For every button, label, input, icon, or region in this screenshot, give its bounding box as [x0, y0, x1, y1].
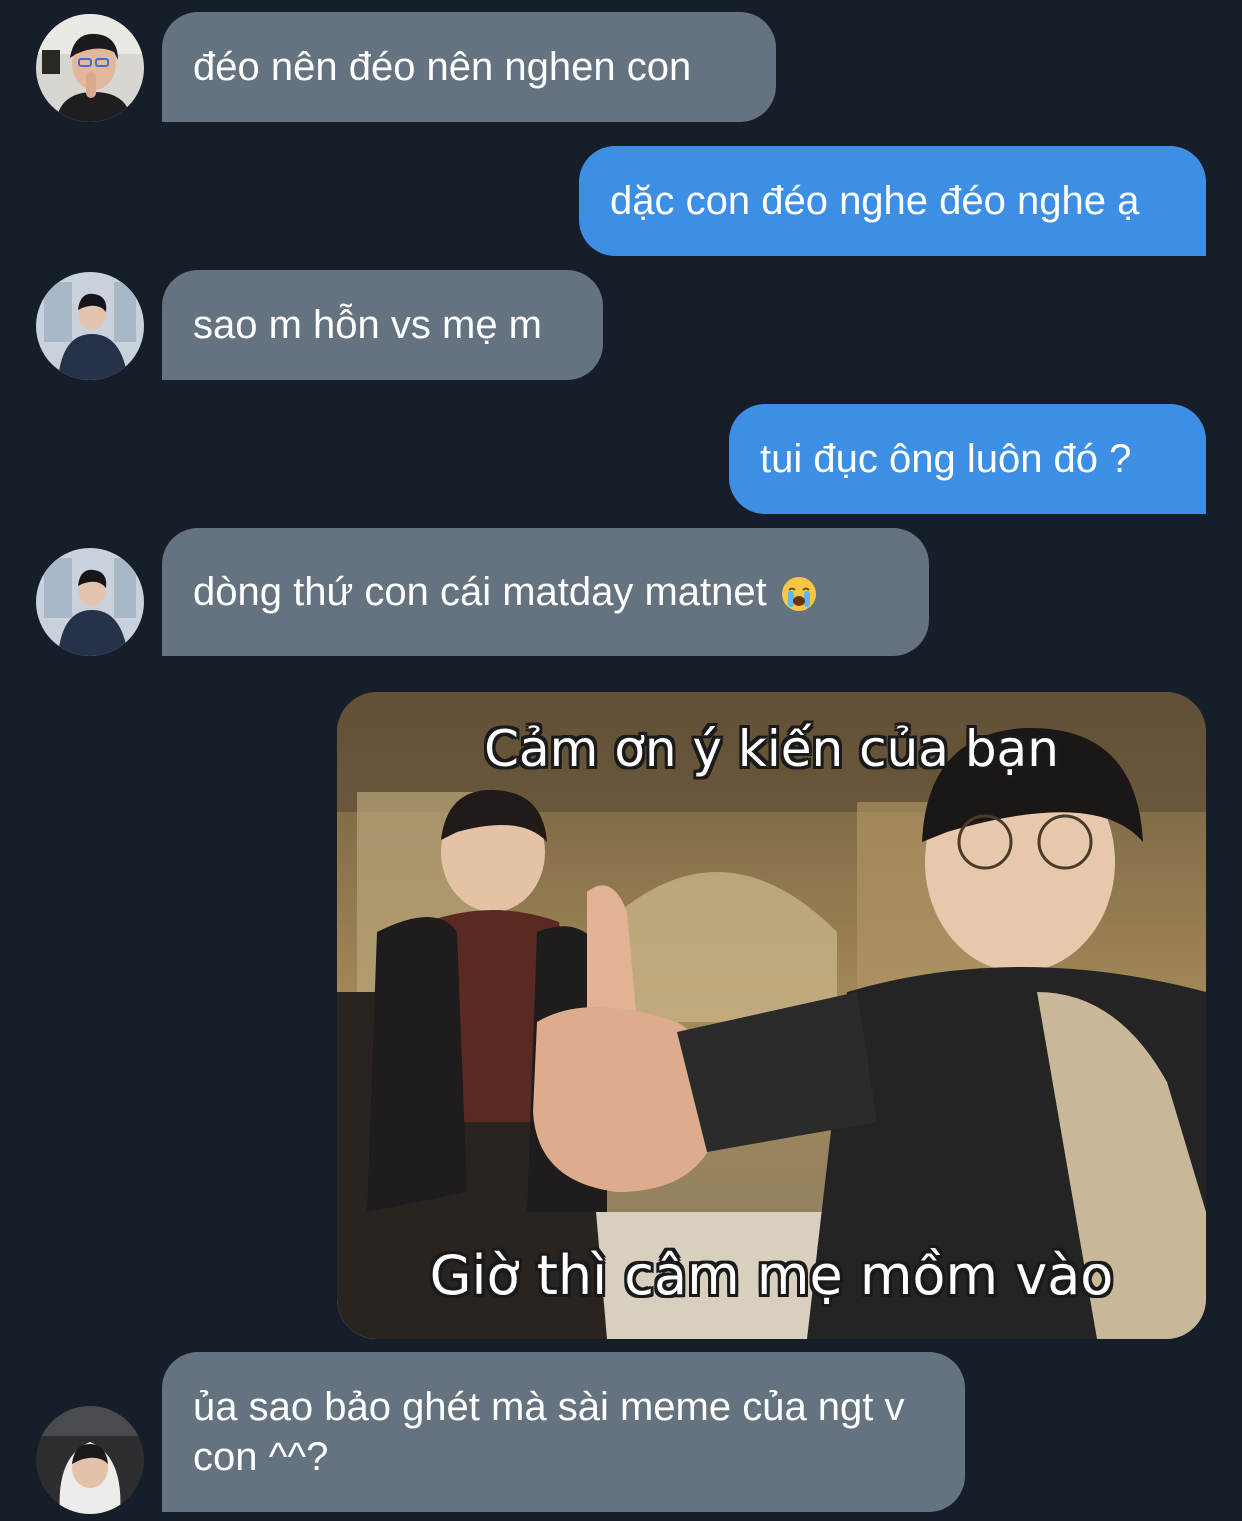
avatar[interactable]	[36, 1406, 144, 1514]
message-text: sao m hỗn vs mẹ m	[193, 303, 543, 347]
message-bubble[interactable]: đéo nên đéo nên nghen con	[162, 12, 776, 122]
meme-caption-bottom: Giờ thì câm mẹ mồm vào	[429, 1244, 1114, 1307]
avatar[interactable]	[36, 14, 144, 122]
message-bubble[interactable]: sao m hỗn vs mẹ m	[162, 270, 603, 380]
avatar-photo	[36, 1406, 144, 1514]
message-bubble[interactable]: ủa sao bảo ghét mà sài meme của ngt v co…	[162, 1352, 965, 1512]
message-text: đéo nên đéo nên nghen con	[193, 45, 692, 89]
meme-photo	[337, 692, 1206, 1339]
message-bubble[interactable]: tui đục ông luôn đó ?	[729, 404, 1206, 514]
message-text: tui đục ông luôn đó ?	[760, 437, 1132, 481]
avatar-photo	[36, 548, 144, 656]
loudly-crying-face-icon	[781, 574, 817, 611]
message-text: ủa sao bảo ghét mà sài meme của ngt v co…	[193, 1385, 905, 1479]
meme-image[interactable]: Cảm ơn ý kiến của bạn Giờ thì câm mẹ mồm…	[337, 692, 1206, 1339]
avatar-photo	[36, 272, 144, 380]
avatar[interactable]	[36, 272, 144, 380]
avatar[interactable]	[36, 548, 144, 656]
message-text: dòng thứ con cái matday matnet	[193, 570, 767, 614]
message-bubble[interactable]: dòng thứ con cái matday matnet	[162, 528, 929, 656]
message-bubble[interactable]: dặc con đéo nghe đéo nghe ạ	[579, 146, 1206, 256]
meme-caption-top: Cảm ơn ý kiến của bạn	[484, 720, 1059, 778]
message-text: dặc con đéo nghe đéo nghe ạ	[610, 179, 1140, 223]
avatar-photo	[36, 14, 144, 122]
